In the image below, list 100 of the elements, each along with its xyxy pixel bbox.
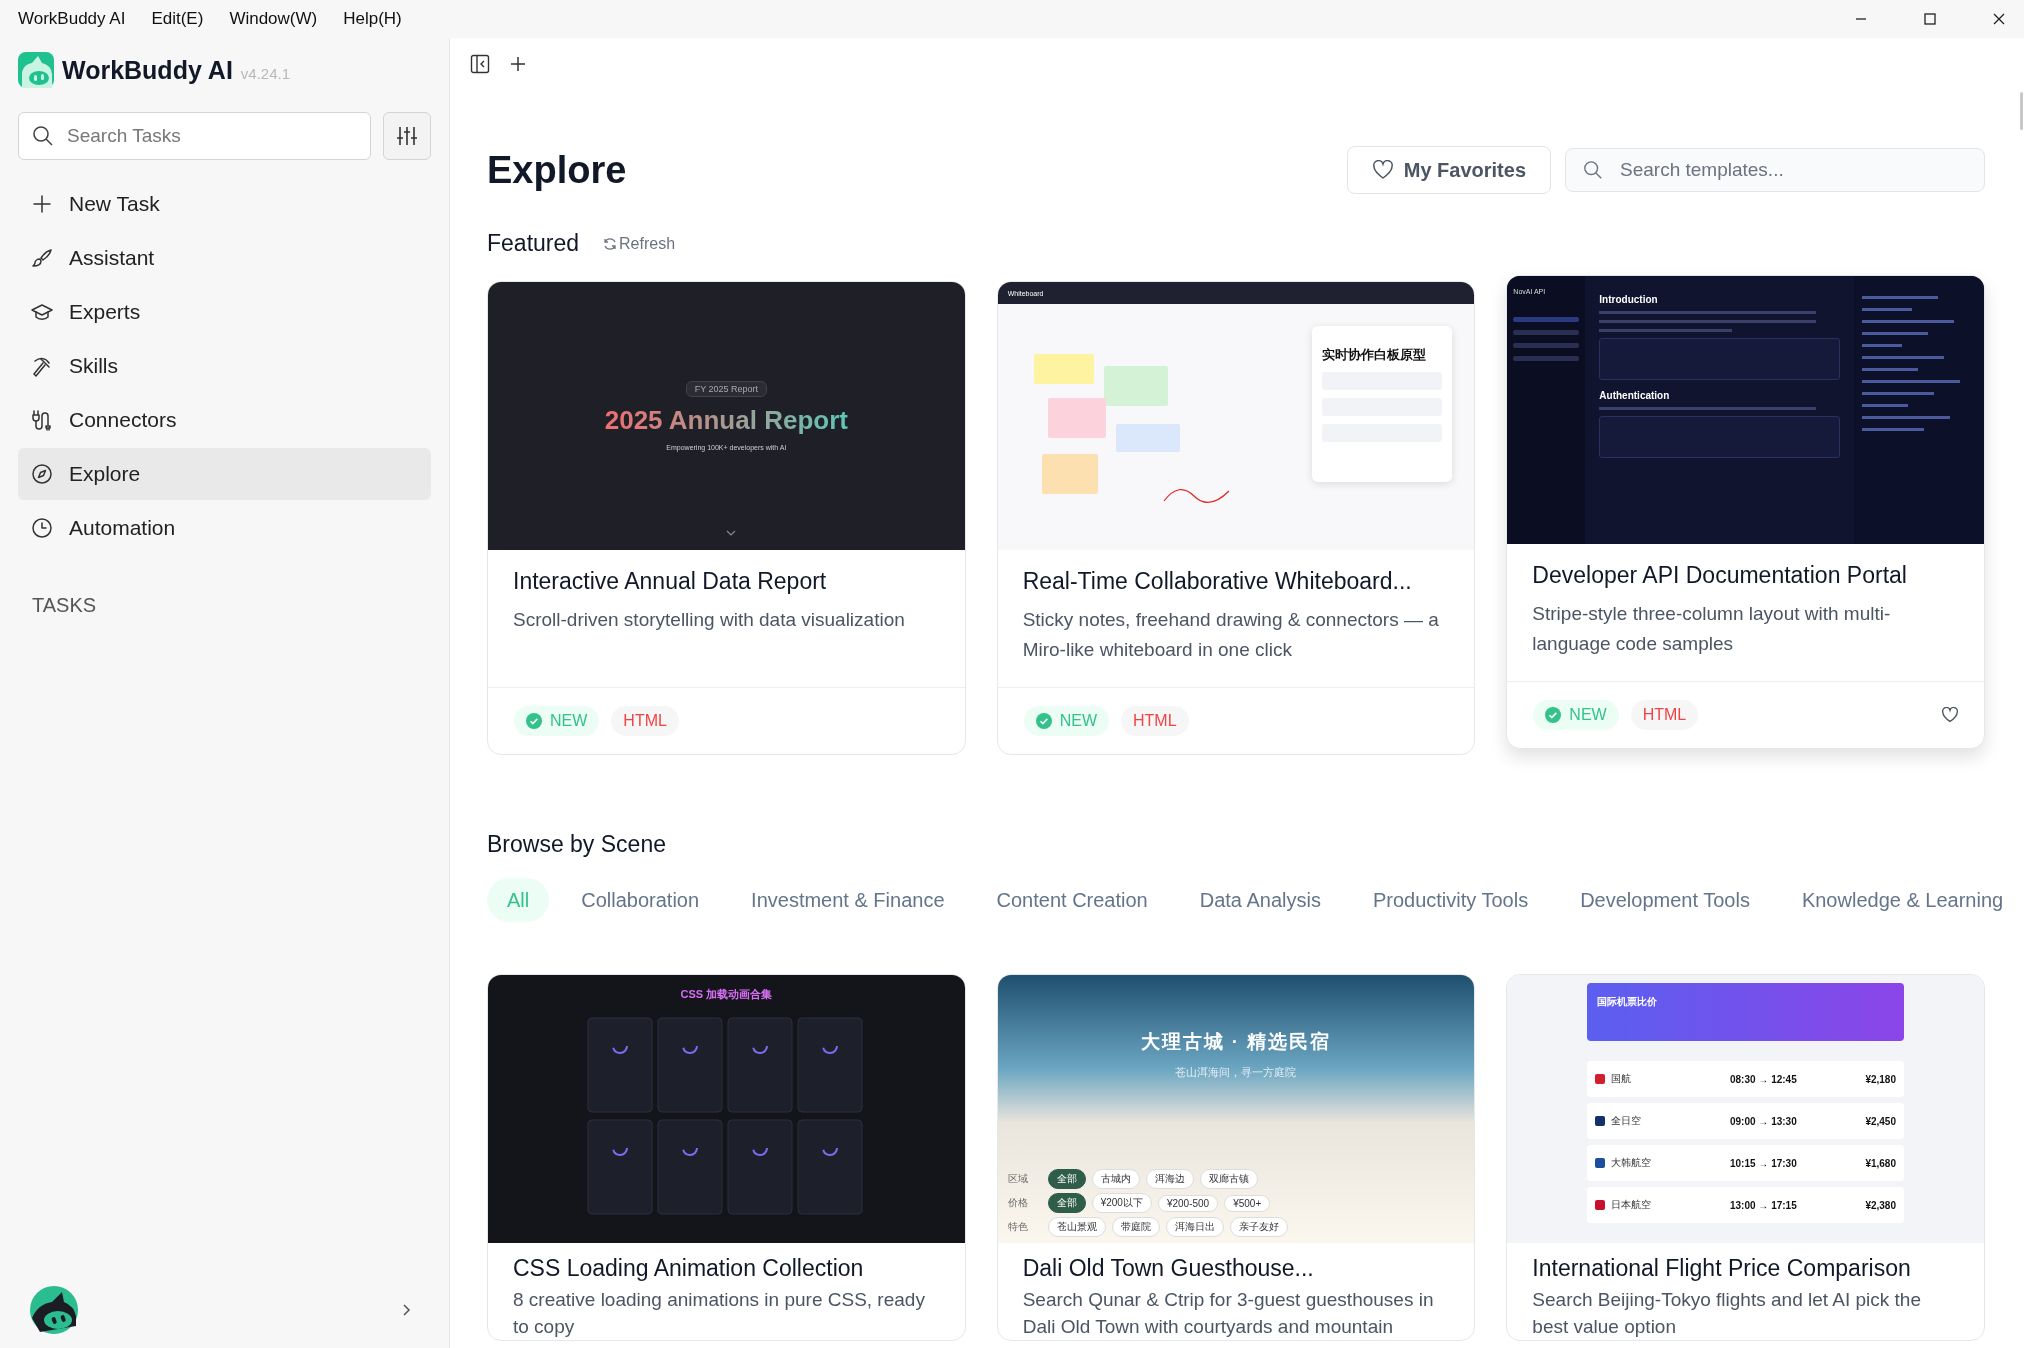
nav-item[interactable]: Experts [18, 286, 431, 338]
filter-chip[interactable]: ¥500+ [1224, 1194, 1271, 1212]
chevron-down-icon [726, 530, 737, 536]
category-tab[interactable]: Development Tools [1560, 878, 1770, 922]
menu-item[interactable]: Window(W) [229, 9, 318, 29]
category-tab[interactable]: Collaboration [561, 878, 720, 922]
nav-item[interactable]: Skills [18, 340, 431, 392]
card-description: Sticky notes, freehand drawing & connectors — a Miro-like whiteboard in one click [1022, 608, 1440, 662]
card-description: Scroll-driven storytelling with data visualization [513, 608, 906, 632]
new-badge: NEW [1533, 700, 1619, 730]
airline-name: 国航 [1611, 1072, 1633, 1086]
nav-item[interactable]: Automation [18, 502, 431, 554]
search-field[interactable]: Search Tasks [18, 112, 371, 160]
category-tab[interactable]: Productivity Tools [1352, 878, 1549, 922]
maximize-icon[interactable] [1923, 12, 1937, 26]
flight-price: ¥2,180 [1865, 1073, 1896, 1085]
flight-price: ¥2,380 [1865, 1199, 1896, 1211]
check-icon [1545, 707, 1562, 723]
heart-icon[interactable] [1941, 707, 1959, 723]
clock-icon [31, 517, 53, 539]
flight-times: 08:30 → 12:45 [1729, 1073, 1798, 1085]
airline-name: 全日空 [1611, 1114, 1643, 1128]
card-title: CSS Loading Animation Collection [513, 1255, 865, 1282]
preview-headline: Introduction [1599, 294, 1659, 305]
plug-icon [31, 409, 53, 431]
filter-chip[interactable]: 古城内 [1091, 1169, 1140, 1189]
sidebar-toggle-icon[interactable] [470, 54, 490, 74]
filter-chip[interactable]: ¥200-500 [1157, 1194, 1219, 1212]
template-card[interactable] [1506, 974, 1985, 1341]
filter-chip[interactable]: ¥200以下 [1091, 1193, 1152, 1213]
compass-icon [31, 463, 53, 485]
filter-chip[interactable]: 双廊古镇 [1199, 1169, 1258, 1189]
nav-item[interactable]: New Task [18, 178, 431, 230]
preview-headline: 国际机票比价 [1597, 996, 1658, 1007]
close-icon[interactable] [1992, 12, 2006, 26]
filter-chip[interactable]: 洱海边 [1145, 1169, 1194, 1189]
new-badge: NEW [514, 706, 600, 736]
filter-chip[interactable]: 全部 [1047, 1193, 1086, 1213]
preview-subline: 苍山洱海间，寻一方庭院 [1175, 1065, 1297, 1080]
card-description: 8 creative loading animations in pure CSS, ready to copy [513, 1288, 926, 1339]
app-version: v4.24.1 [240, 64, 291, 82]
plus-icon[interactable] [508, 54, 528, 74]
page-title: Explore [487, 148, 627, 192]
section-title: Browse by Scene [487, 831, 667, 858]
category-tab[interactable]: Content Creation [976, 878, 1168, 922]
card-title: Interactive Annual Data Report [513, 568, 828, 595]
template-card[interactable] [996, 974, 1476, 1341]
search-icon [1583, 160, 1603, 180]
section-title: Featured [487, 230, 580, 257]
category-tab[interactable]: Investment & Finance [731, 878, 965, 922]
logo-icon [18, 52, 54, 88]
flight-price: ¥1,680 [1865, 1157, 1896, 1169]
heart-icon [1371, 160, 1394, 180]
template-card[interactable]: CSS 加载动画合集 CSS Loading Animation Collection 8 creative loading animations in pure CSS, ready to copy [487, 974, 966, 1341]
section-heading: TASKS [31, 594, 98, 617]
airline-name: 大韩航空 [1611, 1156, 1653, 1170]
filter-chip[interactable]: 全部 [1047, 1169, 1086, 1189]
filter-label: 特色 [1007, 1220, 1029, 1234]
refresh-button[interactable]: Refresh [603, 235, 676, 253]
nav-item[interactable]: Assistant [18, 232, 431, 284]
filter-chip[interactable]: 苍山景观 [1047, 1217, 1106, 1237]
card-description: Search Beijing-Tokyo flights and let AI pick the best value option [1532, 1288, 1922, 1339]
check-icon [526, 713, 542, 729]
preview-headline: CSS 加载动画合集 [680, 987, 773, 1002]
category-tab[interactable]: Data Analysis [1179, 878, 1341, 922]
menu-item[interactable]: WorkBuddy AI [18, 9, 126, 29]
card-description: Stripe-style three-column layout with multi-language code samples [1532, 602, 1892, 656]
refresh-icon [603, 237, 618, 251]
template-search-field[interactable]: Search templates... [1565, 148, 1985, 192]
menu-item[interactable]: Edit(E) [151, 9, 204, 29]
category-tab[interactable]: Knowledge & Learning [1781, 878, 2024, 922]
filter-chip[interactable]: 洱海日出 [1165, 1217, 1224, 1237]
format-tag: HTML [1630, 700, 1699, 730]
flight-times: 10:15 → 17:30 [1729, 1157, 1798, 1169]
preview-tag: FY 2025 Report [685, 381, 767, 397]
card-title: International Flight Price Comparison [1532, 1255, 1912, 1282]
preview-section: Authentication [1599, 390, 1840, 401]
search-icon [32, 125, 54, 147]
card-description: Search Qunar & Ctrip for 3-guest guesthouses in Dali Old Town with courtyards and mountain [1022, 1288, 1435, 1339]
plus-icon [31, 193, 53, 215]
check-icon [1035, 713, 1052, 729]
flight-price: ¥2,450 [1865, 1115, 1896, 1127]
nav-item[interactable]: Connectors [18, 394, 431, 446]
format-tag: HTML [1121, 706, 1189, 736]
pickaxe-icon [31, 355, 53, 377]
brush-icon [31, 247, 53, 269]
nav-item[interactable]: Explore [18, 448, 431, 500]
filter-button[interactable] [383, 112, 431, 160]
favorites-button[interactable]: My Favorites [1346, 146, 1551, 194]
sliders-icon [396, 125, 418, 147]
chevron-right-icon[interactable] [401, 1303, 413, 1317]
flight-times: 13:00 → 17:15 [1729, 1199, 1798, 1211]
flight-times: 09:00 → 13:30 [1729, 1115, 1798, 1127]
graduation-cap-icon [31, 301, 53, 323]
avatar[interactable] [30, 1286, 78, 1334]
app-name: WorkBuddy AI [62, 55, 233, 85]
menu-item[interactable]: Help(H) [343, 9, 402, 29]
filter-chip[interactable]: 带庭院 [1111, 1217, 1160, 1237]
filter-label: 价格 [1007, 1196, 1029, 1210]
filter-chip[interactable]: 亲子友好 [1229, 1217, 1288, 1237]
